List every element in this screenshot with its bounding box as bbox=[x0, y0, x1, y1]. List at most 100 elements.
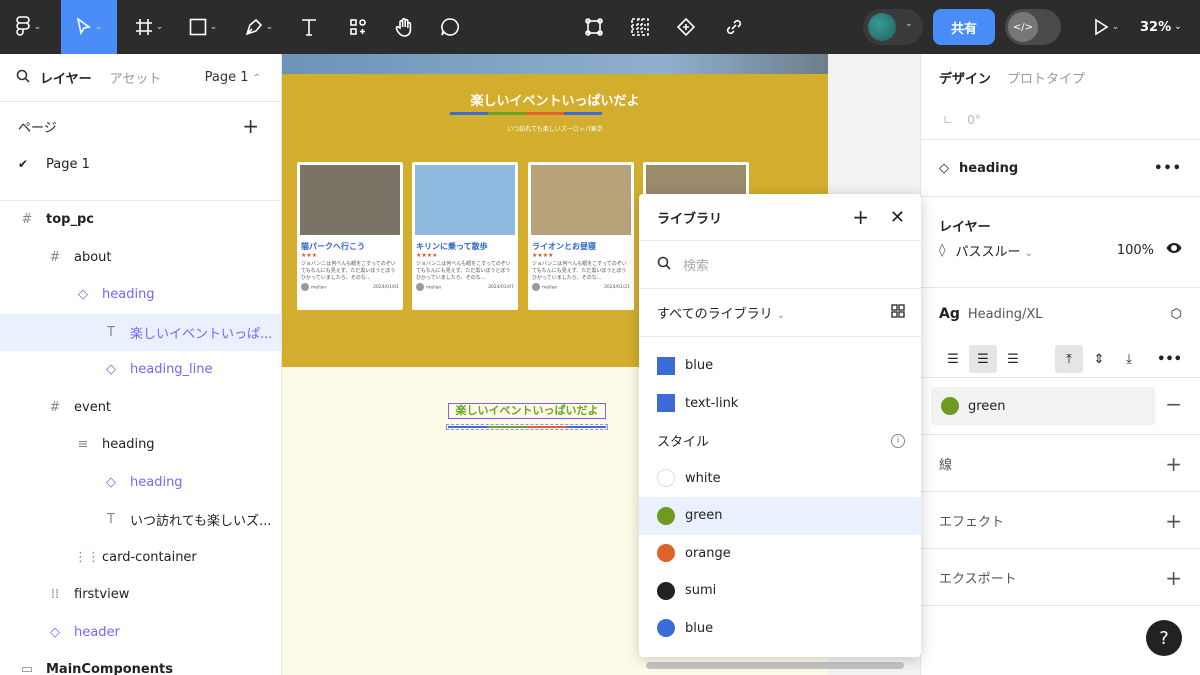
pen-tool-icon[interactable]: ⌄ bbox=[236, 0, 282, 54]
event-heading-text[interactable]: 楽しいイベントいっぱいだよ bbox=[448, 403, 606, 419]
layer-item[interactable]: # about bbox=[0, 239, 281, 277]
about-heading-line[interactable] bbox=[450, 112, 602, 115]
opacity-value[interactable]: 100% bbox=[1117, 243, 1154, 258]
dev-mode-toggle[interactable]: </> bbox=[1005, 9, 1061, 45]
align-bottom-icon[interactable]: ⤓ bbox=[1115, 345, 1143, 373]
horizontal-scrollbar[interactable] bbox=[646, 662, 904, 669]
grid-layout-icon: ⋮⋮ bbox=[74, 549, 100, 565]
hand-tool-icon[interactable] bbox=[390, 0, 418, 54]
rectangle-tool-icon[interactable]: ⌄ bbox=[180, 0, 226, 54]
layer-item[interactable]: T いつ訪れても楽しいズ... bbox=[0, 501, 281, 539]
frame-tool-icon[interactable]: ⌄ bbox=[127, 0, 171, 54]
library-header: ライブラリ + ✕ bbox=[639, 194, 921, 241]
page-selector[interactable]: Page 1 ⌃ bbox=[205, 70, 261, 85]
blend-mode-select[interactable]: パススルー ⌄ bbox=[955, 241, 1033, 260]
library-search[interactable]: 検索 bbox=[639, 241, 921, 289]
more-options-icon[interactable]: ••• bbox=[1154, 161, 1182, 176]
remove-fill-button[interactable]: − bbox=[1165, 392, 1182, 416]
library-filter-select[interactable]: すべてのライブラリ ⌄ bbox=[657, 303, 785, 322]
layer-heading: レイヤー bbox=[939, 219, 991, 235]
align-left-icon[interactable]: ☰ bbox=[939, 345, 967, 373]
grid-view-icon[interactable] bbox=[891, 303, 905, 322]
figma-menu-icon[interactable]: ⌄ bbox=[0, 0, 56, 54]
export-label: エクスポート bbox=[939, 572, 1017, 587]
comment-icon[interactable] bbox=[436, 0, 464, 54]
text-alignment-row: ☰ ☰ ☰ ⤒ ⇕ ⤓ ••• bbox=[921, 340, 1200, 378]
event-heading-line[interactable] bbox=[446, 424, 608, 430]
stroke-section: 線 + bbox=[921, 435, 1200, 492]
style-name: blue bbox=[685, 620, 714, 636]
move-tool-icon[interactable]: ⌄ bbox=[61, 0, 117, 54]
align-middle-icon[interactable]: ⇕ bbox=[1085, 345, 1113, 373]
zoom-control[interactable]: 32% ⌄ bbox=[1140, 0, 1182, 54]
layer-item[interactable]: # top_pc bbox=[0, 201, 281, 239]
add-stroke-button[interactable]: + bbox=[1165, 452, 1182, 476]
info-icon[interactable]: i bbox=[891, 433, 905, 448]
frame-icon: # bbox=[21, 212, 33, 228]
library-style-item[interactable]: sumi bbox=[639, 572, 921, 610]
play-icon[interactable]: ⌄ bbox=[1086, 0, 1126, 54]
align-right-icon[interactable]: ☰ bbox=[999, 345, 1027, 373]
add-effect-button[interactable]: + bbox=[1165, 509, 1182, 533]
page-item[interactable]: ✔ Page 1 bbox=[0, 150, 281, 178]
event-card[interactable]: キリンに乗って散歩 ★★★★ ジョバンニは何べんも眼をこすってのぞいてもなんにも見え… bbox=[412, 162, 518, 310]
fill-style-row[interactable]: green bbox=[931, 387, 1155, 425]
layer-item[interactable]: ◇ heading_line bbox=[0, 351, 281, 389]
library-style-item[interactable]: orange bbox=[639, 535, 921, 573]
layer-item[interactable]: ≡ heading bbox=[0, 426, 281, 464]
close-icon[interactable]: ✕ bbox=[890, 207, 905, 228]
event-card[interactable]: ライオンとお昼寝 ★★★★ ジョバンニは何べんも眼をこすってのぞいてもなんにも見えず… bbox=[528, 162, 634, 310]
add-library-button[interactable]: + bbox=[852, 205, 869, 229]
align-top-icon[interactable]: ⤒ bbox=[1055, 345, 1083, 373]
visibility-eye-icon[interactable] bbox=[1166, 242, 1182, 258]
tab-prototype[interactable]: プロトタイプ bbox=[1007, 68, 1085, 87]
multiplayer-avatar-button[interactable]: ⌄ bbox=[863, 9, 923, 45]
more-text-options-icon[interactable]: ••• bbox=[1157, 352, 1182, 367]
rotation-icon: ∟ bbox=[943, 112, 954, 127]
rotation-value[interactable]: 0° bbox=[967, 113, 981, 127]
search-input[interactable]: 検索 bbox=[683, 255, 709, 274]
instance-icon[interactable] bbox=[672, 0, 700, 54]
about-heading-text[interactable]: 楽しいイベントいっぱいだよ bbox=[282, 90, 828, 109]
color-swatch bbox=[657, 581, 675, 600]
library-style-item[interactable]: white bbox=[639, 460, 921, 498]
help-button[interactable]: ? bbox=[1146, 620, 1182, 656]
resources-icon[interactable] bbox=[344, 0, 372, 54]
grid-icon[interactable] bbox=[626, 0, 654, 54]
library-variable-item[interactable]: blue bbox=[639, 347, 921, 385]
layer-item[interactable]: ⋮⋮ card-container bbox=[0, 539, 281, 577]
layer-item[interactable]: ◇ header bbox=[0, 614, 281, 652]
component-section: ◇ heading ••• bbox=[921, 140, 1200, 197]
library-style-item[interactable]: blue bbox=[639, 610, 921, 648]
library-style-item[interactable]: green bbox=[639, 497, 921, 535]
share-button[interactable]: 共有 bbox=[933, 9, 995, 45]
pages-heading: ページ bbox=[18, 120, 57, 136]
add-page-button[interactable]: + bbox=[242, 114, 259, 138]
layer-item[interactable]: ⁞⁞ firstview bbox=[0, 576, 281, 614]
tab-assets[interactable]: アセット bbox=[110, 68, 162, 87]
layer-item[interactable]: # event bbox=[0, 389, 281, 427]
firstview-image[interactable] bbox=[282, 54, 828, 74]
layer-item[interactable]: ◇ heading bbox=[0, 276, 281, 314]
check-icon: ✔ bbox=[18, 157, 29, 171]
frame-icon: ⁞⁞ bbox=[50, 587, 60, 603]
align-center-icon[interactable]: ☰ bbox=[969, 345, 997, 373]
about-subtitle[interactable]: いつ訪れても楽しいズーロッパ東京 bbox=[282, 124, 828, 133]
tab-layers[interactable]: レイヤー bbox=[40, 68, 92, 87]
text-style-name[interactable]: Heading/XL bbox=[968, 307, 1043, 322]
search-icon[interactable] bbox=[16, 69, 30, 87]
tab-design[interactable]: デザイン bbox=[939, 68, 991, 87]
layer-item[interactable]: ◇ heading bbox=[0, 464, 281, 502]
text-tool-icon[interactable] bbox=[294, 0, 324, 54]
layer-item[interactable]: ▭ MainComponents bbox=[0, 651, 281, 675]
link-icon[interactable] bbox=[720, 0, 748, 54]
layer-item[interactable]: T 楽しいイベントいっぱ... bbox=[0, 313, 281, 351]
library-variable-item[interactable]: text-link bbox=[639, 385, 921, 423]
frame-icon: # bbox=[49, 399, 61, 415]
add-export-button[interactable]: + bbox=[1165, 566, 1182, 590]
component-icon[interactable] bbox=[580, 0, 608, 54]
component-name[interactable]: heading bbox=[959, 161, 1018, 176]
text-section: Ag Heading/XL ⬡ ☰ ☰ ☰ ⤒ ⇕ ⤓ ••• bbox=[921, 288, 1200, 378]
detach-style-icon[interactable]: ⬡ bbox=[1171, 307, 1182, 322]
event-card[interactable]: 猫パークへ行こう ★★★ ジョバンニは何べんも眼をこすってのぞいてもなんにも見えず、… bbox=[297, 162, 403, 310]
